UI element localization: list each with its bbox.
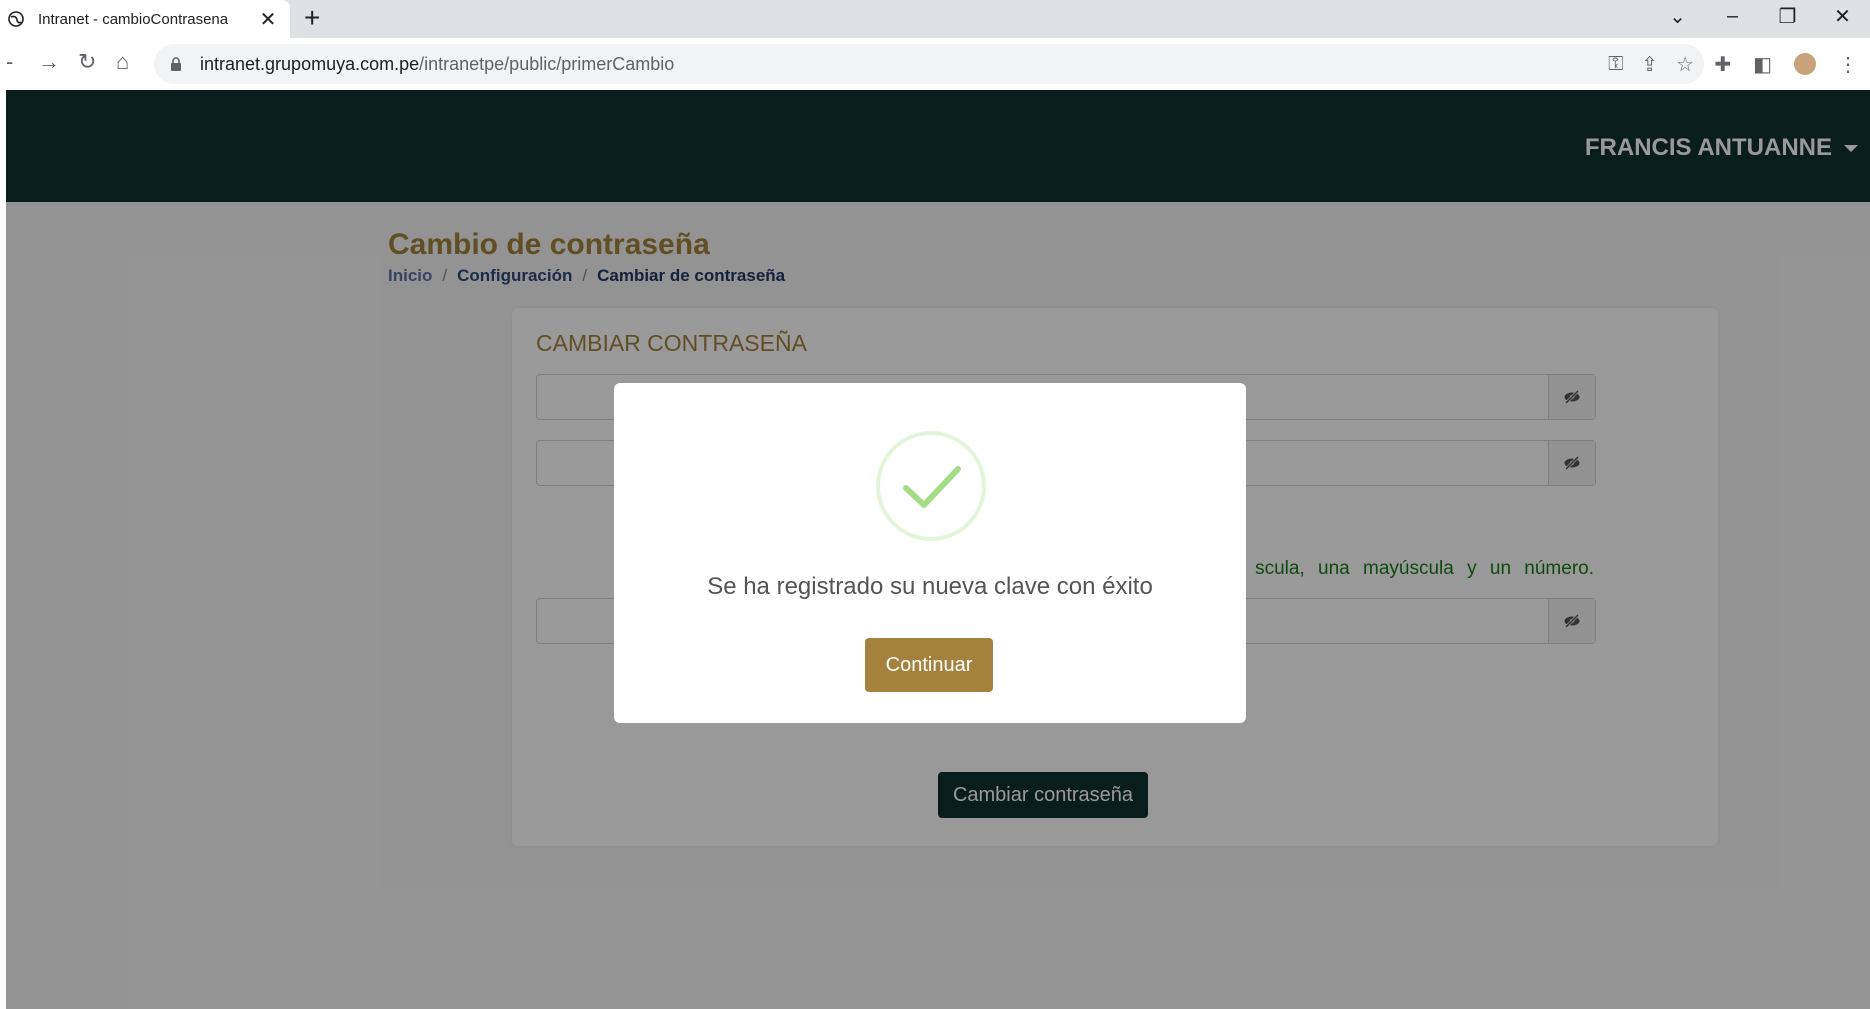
side-panel-icon[interactable]: ◧ (1753, 52, 1772, 77)
back-icon[interactable]: - (6, 48, 13, 76)
more-menu-icon[interactable]: ⋮ (1838, 52, 1858, 77)
browser-toolbar: - → ↻ ⌂ intranet.grupomuya.com.pe/intran… (0, 38, 1870, 90)
success-message: Se ha registrado su nueva clave con éxit… (707, 573, 1153, 600)
window-controls: ⌄ – ❐ ✕ (1650, 0, 1870, 32)
restore-icon[interactable]: ❐ (1760, 4, 1815, 29)
address-bar[interactable]: intranet.grupomuya.com.pe/intranetpe/pub… (154, 44, 1704, 84)
close-tab-icon[interactable]: ✕ (256, 7, 280, 32)
star-icon[interactable]: ☆ (1676, 52, 1694, 77)
share-icon[interactable]: ⇪ (1641, 52, 1658, 77)
profile-avatar[interactable] (1794, 53, 1816, 75)
tab-search-icon[interactable]: ⌄ (1650, 4, 1705, 29)
minimize-icon[interactable]: – (1705, 5, 1760, 28)
globe-icon (8, 10, 26, 28)
browser-tab-bar: Intranet - cambioContrasena ✕ + ⌄ – ❐ ✕ (0, 0, 1870, 38)
home-icon[interactable]: ⌂ (116, 48, 129, 76)
reload-icon[interactable]: ↻ (78, 48, 96, 76)
success-dialog: Se ha registrado su nueva clave con éxit… (614, 383, 1246, 723)
key-icon[interactable]: ⚿ (1608, 53, 1623, 76)
new-tab-button[interactable]: + (304, 2, 320, 34)
extensions-icon[interactable]: ✚ (1714, 52, 1731, 77)
lock-icon[interactable] (170, 57, 188, 71)
tab-title: Intranet - cambioContrasena (38, 10, 229, 28)
url-host: intranet.grupomuya.com.pe (200, 53, 420, 74)
forward-icon[interactable]: → (38, 48, 60, 76)
url-path: /intranetpe/public/primerCambio (419, 53, 675, 74)
continue-button[interactable]: Continuar (865, 638, 993, 692)
success-check-icon (876, 431, 986, 541)
close-window-icon[interactable]: ✕ (1815, 4, 1870, 29)
browser-tab[interactable]: Intranet - cambioContrasena ✕ (0, 0, 290, 38)
